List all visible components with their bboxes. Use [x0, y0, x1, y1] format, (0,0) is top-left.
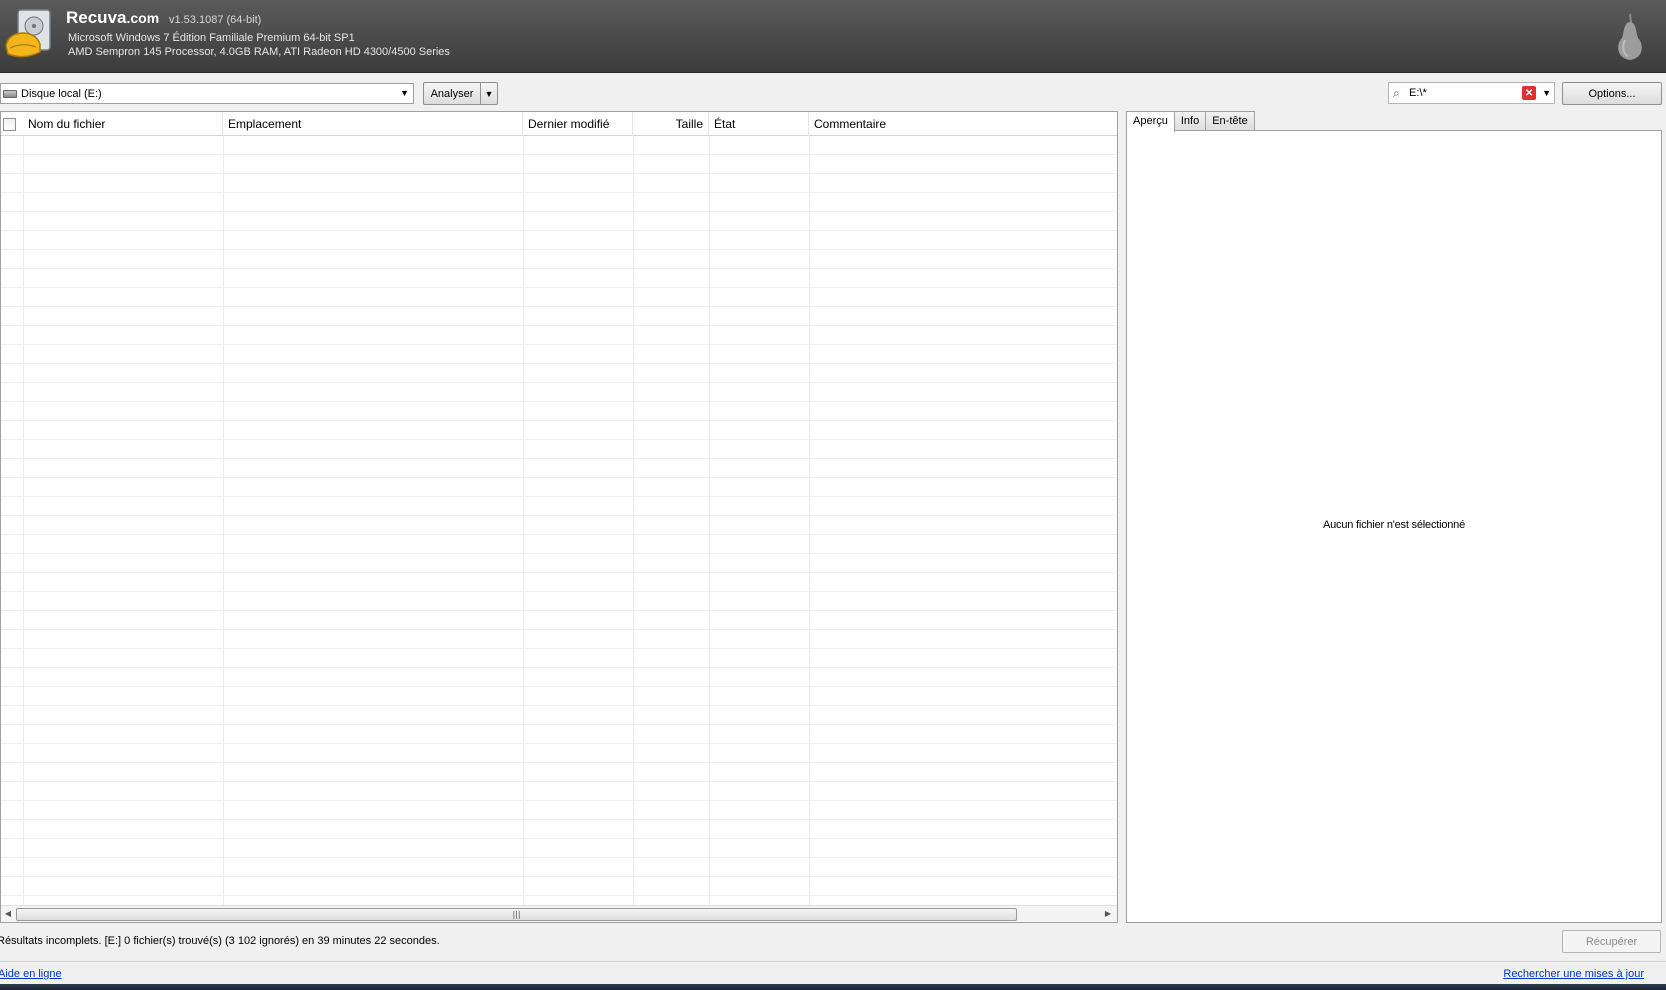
column-divider — [23, 136, 24, 906]
column-divider — [523, 136, 524, 906]
file-list[interactable]: Nom du fichier Emplacement Dernier modif… — [0, 111, 1118, 923]
chevron-down-icon: ▼ — [400, 88, 409, 98]
system-info-os: Microsoft Windows 7 Édition Familiale Pr… — [68, 32, 355, 44]
preview-panel: Aucun fichier n'est sélectionné — [1126, 130, 1662, 923]
drive-select-value: Disque local (E:) — [21, 87, 102, 100]
app-name: Recuva.com — [66, 8, 160, 27]
scroll-thumb[interactable]: ||| — [16, 908, 1017, 921]
drive-select[interactable]: Disque local (E:) ▼ — [0, 83, 414, 104]
path-filter-value[interactable]: E:\* — [1409, 87, 1522, 99]
search-icon: ⌕ — [1393, 86, 1400, 100]
system-info-hardware: AMD Sempron 145 Processor, 4.0GB RAM, AT… — [68, 46, 450, 58]
column-header-filename[interactable]: Nom du fichier — [23, 112, 223, 136]
windows-taskbar — [0, 984, 1666, 990]
status-text: Résultats incomplets. [E:] 0 fichier(s) … — [0, 935, 440, 947]
preview-tabs: Aperçu Info En-tête — [1126, 111, 1255, 132]
column-divider — [709, 136, 710, 906]
footer-divider — [0, 961, 1666, 962]
piriform-pear-icon — [1618, 13, 1642, 60]
options-button[interactable]: Options... — [1562, 82, 1662, 105]
column-header-size[interactable]: Taille — [633, 112, 709, 136]
file-list-rows — [1, 136, 1117, 906]
analyse-button[interactable]: Analyser ▼ — [423, 82, 498, 105]
select-all-checkbox[interactable] — [3, 118, 16, 131]
scroll-right-icon[interactable]: ▶ — [1102, 908, 1114, 920]
column-header-location[interactable]: Emplacement — [223, 112, 523, 136]
column-header-comment[interactable]: Commentaire — [809, 112, 1117, 136]
clear-icon[interactable]: ✕ — [1522, 86, 1537, 100]
column-header-state[interactable]: État — [709, 112, 809, 136]
tab-header[interactable]: En-tête — [1205, 111, 1255, 131]
tab-info[interactable]: Info — [1173, 111, 1207, 131]
analyse-dropdown-icon[interactable]: ▼ — [481, 83, 497, 104]
path-filter-field[interactable]: ⌕ E:\* ✕ ▼ — [1388, 82, 1555, 104]
recuva-logo-icon — [5, 9, 51, 58]
preview-empty-message: Aucun fichier n'est sélectionné — [1322, 519, 1466, 531]
horizontal-scrollbar[interactable]: ◀ ||| ▶ — [1, 905, 1117, 922]
drive-icon — [3, 89, 17, 98]
column-header-modified[interactable]: Dernier modifié — [523, 112, 633, 136]
app-header: Recuva.com v1.53.1087 (64-bit) Microsoft… — [0, 0, 1666, 73]
column-divider — [223, 136, 224, 906]
tab-preview[interactable]: Aperçu — [1126, 111, 1175, 132]
column-divider — [633, 136, 634, 906]
column-divider — [809, 136, 810, 906]
file-list-header: Nom du fichier Emplacement Dernier modif… — [1, 112, 1117, 136]
path-filter-dropdown-icon[interactable]: ▼ — [1542, 88, 1551, 98]
app-version: v1.53.1087 (64-bit) — [169, 14, 262, 26]
recover-button[interactable]: Récupérer — [1562, 930, 1661, 953]
check-updates-link[interactable]: Rechercher une mises à jour — [1503, 968, 1644, 980]
online-help-link[interactable]: Aide en ligne — [0, 968, 62, 980]
analyse-button-label[interactable]: Analyser — [424, 83, 481, 104]
scroll-left-icon[interactable]: ◀ — [2, 908, 14, 920]
